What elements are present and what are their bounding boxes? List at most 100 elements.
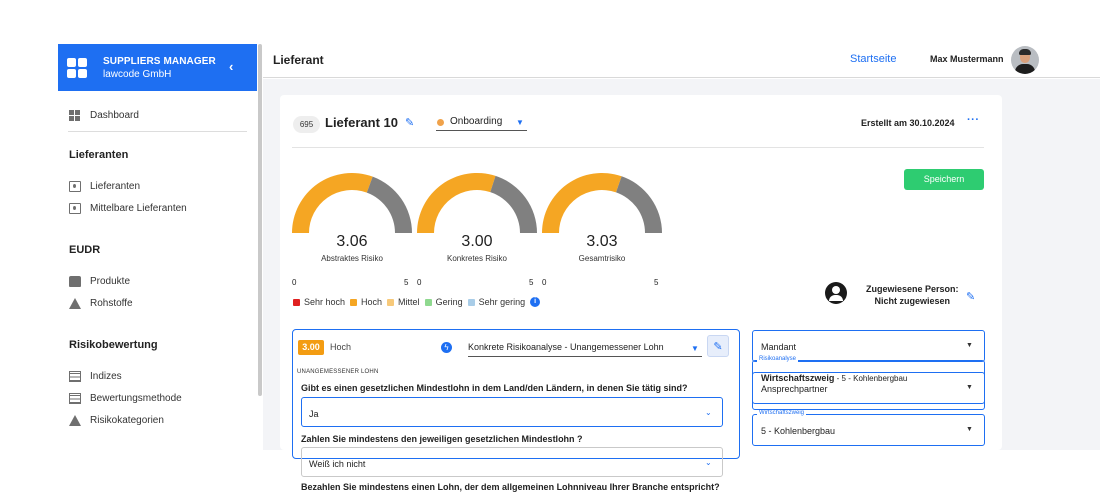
sidebar-item-dashboard[interactable]: Dashboard xyxy=(58,104,257,126)
divider xyxy=(292,147,984,148)
edit-analysis-button[interactable]: ✎ xyxy=(707,335,729,357)
gauge-arc xyxy=(542,173,662,233)
analysis-select[interactable]: Konkrete Risikoanalyse - Unangemessener … xyxy=(468,338,702,357)
gauge-track xyxy=(366,176,412,233)
risk-analysis-legend: Risikoanalyse xyxy=(757,356,799,362)
industry-legend: Wirtschaftszweig xyxy=(757,410,807,416)
status-value: Onboarding xyxy=(450,116,503,127)
gauge-max: 5 xyxy=(654,278,659,287)
person-icon xyxy=(825,282,847,304)
page-title: Lieferant xyxy=(273,53,324,67)
risk-analysis-label: Wirtschaftszweig xyxy=(761,373,835,383)
answer-value: Weiß ich nicht xyxy=(309,459,366,469)
risk-analysis-panel: 3.00 Hoch ϟ Konkrete Risikoanalyse - Una… xyxy=(292,329,740,492)
section-title-eudr: EUDR xyxy=(69,244,101,256)
status-dot xyxy=(437,119,444,126)
home-link[interactable]: Startseite xyxy=(850,53,896,65)
supplier-id-badge: 695 xyxy=(293,116,320,133)
sidebar-item-label: Dashboard xyxy=(90,109,139,121)
sidebar-item-rohstoffe[interactable]: Rohstoffe xyxy=(58,292,257,314)
sidebar-item-label: Bewertungsmethode xyxy=(90,392,182,404)
supplier-icon xyxy=(69,180,81,192)
gauge-label: Abstraktes Risiko xyxy=(321,254,383,263)
gauge-fill xyxy=(292,173,373,233)
chevron-down-icon: ▼ xyxy=(516,118,524,127)
risk-legend: Sehr hoch Hoch Mittel Gering Sehr gering… xyxy=(293,297,541,307)
gauge-label: Gesamtrisiko xyxy=(578,254,626,263)
section-title-lieferanten: Lieferanten xyxy=(69,149,129,161)
sidebar-item-label: Indizes xyxy=(90,370,122,382)
legend-label: Hoch xyxy=(361,297,383,307)
sidebar-item-label: Produkte xyxy=(90,275,131,287)
gauge-track xyxy=(490,175,537,233)
created-date: Erstellt am 30.10.2024 xyxy=(861,118,955,128)
brand-header: SUPPLIERS MANAGER lawcode GmbH ‹ xyxy=(58,44,257,91)
question-label: Zahlen Sie mindestens den jeweiligen ges… xyxy=(301,434,583,444)
legend-swatch xyxy=(467,298,475,306)
sidebar-item-mittelbare-lieferanten[interactable]: Mittelbare Lieferanten xyxy=(58,197,257,219)
chevron-down-icon: ⌄ xyxy=(705,408,712,417)
legend-item: Hoch xyxy=(350,297,382,307)
legend-item: Sehr gering xyxy=(467,297,526,307)
table-icon xyxy=(69,370,81,382)
indirect-supplier-icon xyxy=(69,202,81,214)
avatar[interactable] xyxy=(1011,46,1039,74)
pencil-icon[interactable]: ✎ xyxy=(405,116,414,129)
answer-select[interactable]: Ja ⌄ xyxy=(301,397,723,427)
score-level: Hoch xyxy=(330,342,352,352)
section-caption: UNANGEMESSENER LOHN xyxy=(297,369,379,375)
sidebar-scrollbar[interactable] xyxy=(258,44,262,396)
chevron-down-icon: ⌄ xyxy=(705,458,712,467)
legend-swatch xyxy=(293,298,300,306)
product-icon xyxy=(69,275,81,287)
pencil-icon[interactable]: ✎ xyxy=(966,290,975,303)
answer-value: Ja xyxy=(309,409,319,419)
sidebar-item-label: Mittelbare Lieferanten xyxy=(90,202,187,214)
legend-label: Gering xyxy=(435,297,463,307)
risk-gauge: 3.06 Abstraktes Risiko xyxy=(292,158,412,263)
gauge-label: Konkretes Risiko xyxy=(446,254,508,263)
sidebar-item-lieferanten[interactable]: Lieferanten xyxy=(58,175,257,197)
gauge-min: 0 xyxy=(542,278,547,287)
brand-title: SUPPLIERS MANAGER xyxy=(103,55,216,67)
legend-label: Sehr hoch xyxy=(304,297,346,307)
industry-select[interactable]: Wirtschaftszweig 5 - Kohlenbergbau ▼ xyxy=(752,410,985,446)
risk-gauge: 3.00 Konkretes Risiko xyxy=(417,158,537,263)
more-options-icon[interactable]: ··· xyxy=(967,114,980,126)
sidebar-item-indizes[interactable]: Indizes xyxy=(58,365,257,387)
risk-analysis-row: Wirtschaftszweig - 5 - Kohlenbergbau xyxy=(761,373,907,383)
status-select[interactable]: Onboarding ▼ xyxy=(436,114,527,131)
sidebar-item-label: Lieferanten xyxy=(90,180,141,192)
section-title-risikobewertung: Risikobewertung xyxy=(69,339,158,351)
sidebar-item-risikokategorien[interactable]: Risikokategorien xyxy=(58,409,257,431)
app-window: SUPPLIERS MANAGER lawcode GmbH ‹ Dashboa… xyxy=(58,44,1100,492)
dashboard-icon xyxy=(69,109,81,121)
user-name[interactable]: Max Mustermann xyxy=(930,54,1004,64)
chevron-left-icon[interactable]: ‹ xyxy=(229,59,233,74)
gauge-max: 5 xyxy=(404,278,409,287)
save-button[interactable]: Speichern xyxy=(904,169,984,190)
supplier-name: Lieferant 10 xyxy=(325,115,398,130)
chevron-down-icon: ▼ xyxy=(691,344,699,353)
legend-swatch xyxy=(350,298,358,306)
legend-label: Sehr gering xyxy=(478,297,526,307)
answer-select[interactable]: Weiß ich nicht ⌄ xyxy=(301,447,723,477)
gauge-value: 3.00 xyxy=(461,233,493,250)
question-label: Bezahlen Sie mindestens einen Lohn, der … xyxy=(301,482,720,492)
divider xyxy=(68,131,247,132)
lightning-icon[interactable]: ϟ xyxy=(441,342,452,353)
legend-item: Mittel xyxy=(387,297,420,307)
gauge-arc xyxy=(417,172,537,233)
sidebar-item-bewertungsmethode[interactable]: Bewertungsmethode xyxy=(58,387,257,409)
legend-swatch xyxy=(424,298,432,306)
score-badge: 3.00 xyxy=(298,340,324,355)
question-label: Gibt es einen gesetzlichen Mindestlohn i… xyxy=(301,383,688,393)
info-icon[interactable]: i xyxy=(530,297,541,307)
gauge-max: 5 xyxy=(529,278,534,287)
sidebar: SUPPLIERS MANAGER lawcode GmbH ‹ Dashboa… xyxy=(58,44,257,450)
sidebar-item-produkte[interactable]: Produkte xyxy=(58,270,257,292)
brand-company: lawcode GmbH xyxy=(103,68,172,80)
legend-swatch xyxy=(387,298,395,306)
method-icon xyxy=(69,392,81,404)
gauge-fill xyxy=(542,173,622,233)
